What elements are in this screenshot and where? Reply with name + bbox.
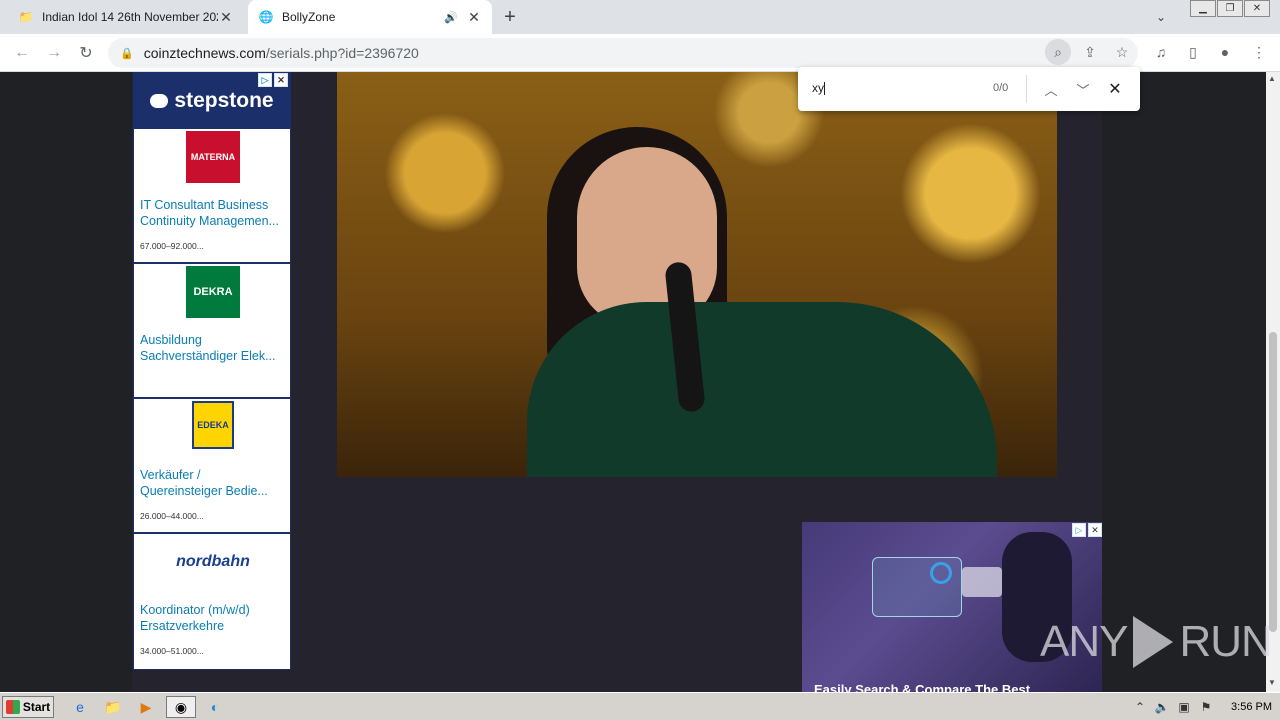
scroll-down-icon[interactable]: ▼ [1268, 678, 1276, 687]
job-ad-card[interactable]: MATERNA IT Consultant Business Continuit… [134, 129, 290, 264]
find-bar: xy 0/0 ︿ ﹀ ✕ [798, 67, 1140, 111]
video-figure-face [577, 147, 717, 327]
side-panel-icon[interactable]: ▯ [1180, 39, 1206, 65]
find-divider [1026, 75, 1027, 103]
clock[interactable]: 3:56 PM [1231, 701, 1272, 713]
chevron-down-icon[interactable]: ⌄ [1150, 6, 1172, 28]
menu-kebab-icon[interactable]: ⋮ [1246, 39, 1272, 65]
job-title[interactable]: IT Consultant Business Continuity Manage… [140, 197, 288, 229]
stepstone-ad[interactable]: stepstone ▷ ✕ MATERNA IT Consultant Busi… [133, 72, 291, 670]
chrome-icon[interactable]: ◉ [166, 696, 196, 718]
system-tray: ⌃ 🔈 ▣ ⚑ 3:56 PM [1129, 695, 1280, 719]
job-title-line: Continuity Managemen... [140, 214, 279, 228]
find-in-page-icon[interactable]: ⌕ [1045, 39, 1071, 65]
start-label: Start [22, 700, 51, 714]
job-title[interactable]: Ausbildung Sachverständiger Elek... [140, 332, 288, 364]
tab-title: Indian Idol 14 26th November 2023 [42, 10, 218, 24]
play-icon [1133, 616, 1174, 668]
window-controls: ▁ ❐ ✕ [1189, 0, 1270, 18]
taskbar: Start e 📁 ▶ ◉ ◐ ⌃ 🔈 ▣ ⚑ 3:56 PM [0, 692, 1280, 720]
text-caret [824, 82, 825, 96]
nordbahn-logo: nordbahn [176, 553, 250, 570]
share-icon[interactable]: ⇪ [1077, 39, 1103, 65]
find-query: xy [812, 81, 824, 95]
close-window-button[interactable]: ✕ [1244, 0, 1270, 17]
job-title[interactable]: Koordinator (m/w/d) Ersatzverkehre [140, 602, 288, 634]
job-salary: 34.000–51.000... [140, 646, 204, 656]
anyrun-watermark: ANY RUN [1040, 612, 1273, 672]
job-ad-card[interactable]: EDEKA Verkäufer / Quereinsteiger Bedie..… [134, 399, 290, 534]
watermark-left: ANY [1040, 617, 1128, 666]
job-title-line: Koordinator (m/w/d) [140, 603, 250, 617]
network-icon[interactable]: ▣ [1173, 700, 1195, 714]
job-title-line: Verkäufer / [140, 468, 201, 482]
dekra-logo: DEKRA [186, 266, 240, 318]
scroll-up-icon[interactable]: ▲ [1268, 74, 1276, 83]
edge-icon[interactable]: ◐ [203, 696, 227, 718]
tab-bollyzone[interactable]: 🌐 BollyZone 🔊 ✕ [248, 0, 492, 34]
globe-icon: 🌐 [258, 10, 274, 24]
tray-expand-icon[interactable]: ⌃ [1129, 700, 1151, 714]
internet-explorer-icon[interactable]: e [68, 696, 92, 718]
ad-close-icon[interactable]: ✕ [274, 73, 288, 87]
tab-title: BollyZone [282, 10, 336, 24]
job-title-line: Ersatzverkehre [140, 619, 225, 633]
url-path: /serials.php?id=2396720 [265, 45, 419, 61]
find-next-button[interactable]: ﹀ [1072, 78, 1094, 100]
ad-close-icon[interactable]: ✕ [1088, 523, 1102, 537]
volume-icon[interactable]: 🔈 [1151, 700, 1173, 714]
ad-ring-graphic [930, 562, 952, 584]
url-host: coinztechnews.com [143, 45, 266, 61]
watermark-right: RUN [1179, 617, 1272, 666]
adchoices-icon[interactable]: ▷ [1072, 523, 1086, 537]
materna-logo: MATERNA [186, 131, 240, 183]
job-title-line: Quereinsteiger Bedie... [140, 484, 268, 498]
find-previous-button[interactable]: ︿ [1040, 78, 1062, 100]
bookmark-star-icon[interactable]: ☆ [1109, 39, 1135, 65]
close-tab-icon[interactable]: ✕ [218, 9, 234, 25]
job-title[interactable]: Verkäufer / Quereinsteiger Bedie... [140, 467, 288, 499]
ad-brand-header[interactable]: stepstone ▷ ✕ [134, 73, 290, 129]
find-close-button[interactable]: ✕ [1104, 78, 1126, 100]
action-center-flag-icon[interactable]: ⚑ [1195, 700, 1217, 714]
forward-button[interactable]: → [42, 41, 66, 65]
find-input[interactable]: xy [812, 81, 825, 96]
job-title-line: IT Consultant Business [140, 198, 269, 212]
folder-icon: 📁 [18, 10, 34, 24]
scroll-thumb[interactable] [1269, 332, 1277, 632]
job-ad-card[interactable]: nordbahn Koordinator (m/w/d) Ersatzverke… [134, 534, 290, 669]
video-player[interactable] [337, 72, 1057, 477]
profile-avatar-icon[interactable]: ● [1212, 39, 1238, 65]
job-title-line: Sachverständiger Elek... [140, 349, 276, 363]
tab-strip: 📁 Indian Idol 14 26th November 2023 ✕ 🌐 … [0, 0, 1280, 34]
back-button[interactable]: ← [10, 41, 34, 65]
minimize-button[interactable]: ▁ [1190, 0, 1216, 17]
media-player-icon[interactable]: ▶ [134, 696, 158, 718]
edeka-logo: EDEKA [192, 401, 234, 449]
ad-brand: stepstone [174, 89, 274, 112]
windows-logo-icon [5, 700, 20, 714]
tab-indian-idol[interactable]: 📁 Indian Idol 14 26th November 2023 ✕ [8, 0, 244, 34]
ad-caption[interactable]: Easily Search & Compare The Best [814, 682, 1030, 692]
speaker-icon[interactable]: 🔊 [444, 11, 460, 24]
find-match-count: 0/0 [993, 82, 1009, 94]
video-figure-dress [527, 302, 997, 477]
media-controls-icon[interactable]: ♫ [1148, 39, 1174, 65]
restore-button[interactable]: ❐ [1217, 0, 1243, 17]
address-bar[interactable]: 🔒 coinztechnews.com/serials.php?id=23967… [108, 38, 1138, 68]
start-button[interactable]: Start [2, 696, 54, 718]
stepstone-logo-icon [150, 94, 169, 108]
file-explorer-icon[interactable]: 📁 [101, 696, 125, 718]
reload-button[interactable]: ↻ [74, 41, 98, 65]
ad-card-graphic [962, 567, 1002, 597]
close-tab-icon[interactable]: ✕ [466, 9, 482, 25]
job-ad-card[interactable]: DEKRA Ausbildung Sachverständiger Elek..… [134, 264, 290, 399]
vertical-scrollbar[interactable]: ▲ ▼ [1266, 72, 1280, 692]
job-salary: 26.000–44.000... [140, 511, 204, 521]
new-tab-button[interactable]: + [498, 5, 522, 29]
job-title-line: Ausbildung [140, 333, 202, 347]
lock-icon[interactable]: 🔒 [120, 47, 134, 60]
adchoices-icon[interactable]: ▷ [258, 73, 272, 87]
job-salary: 67.000–92.000... [140, 241, 204, 251]
